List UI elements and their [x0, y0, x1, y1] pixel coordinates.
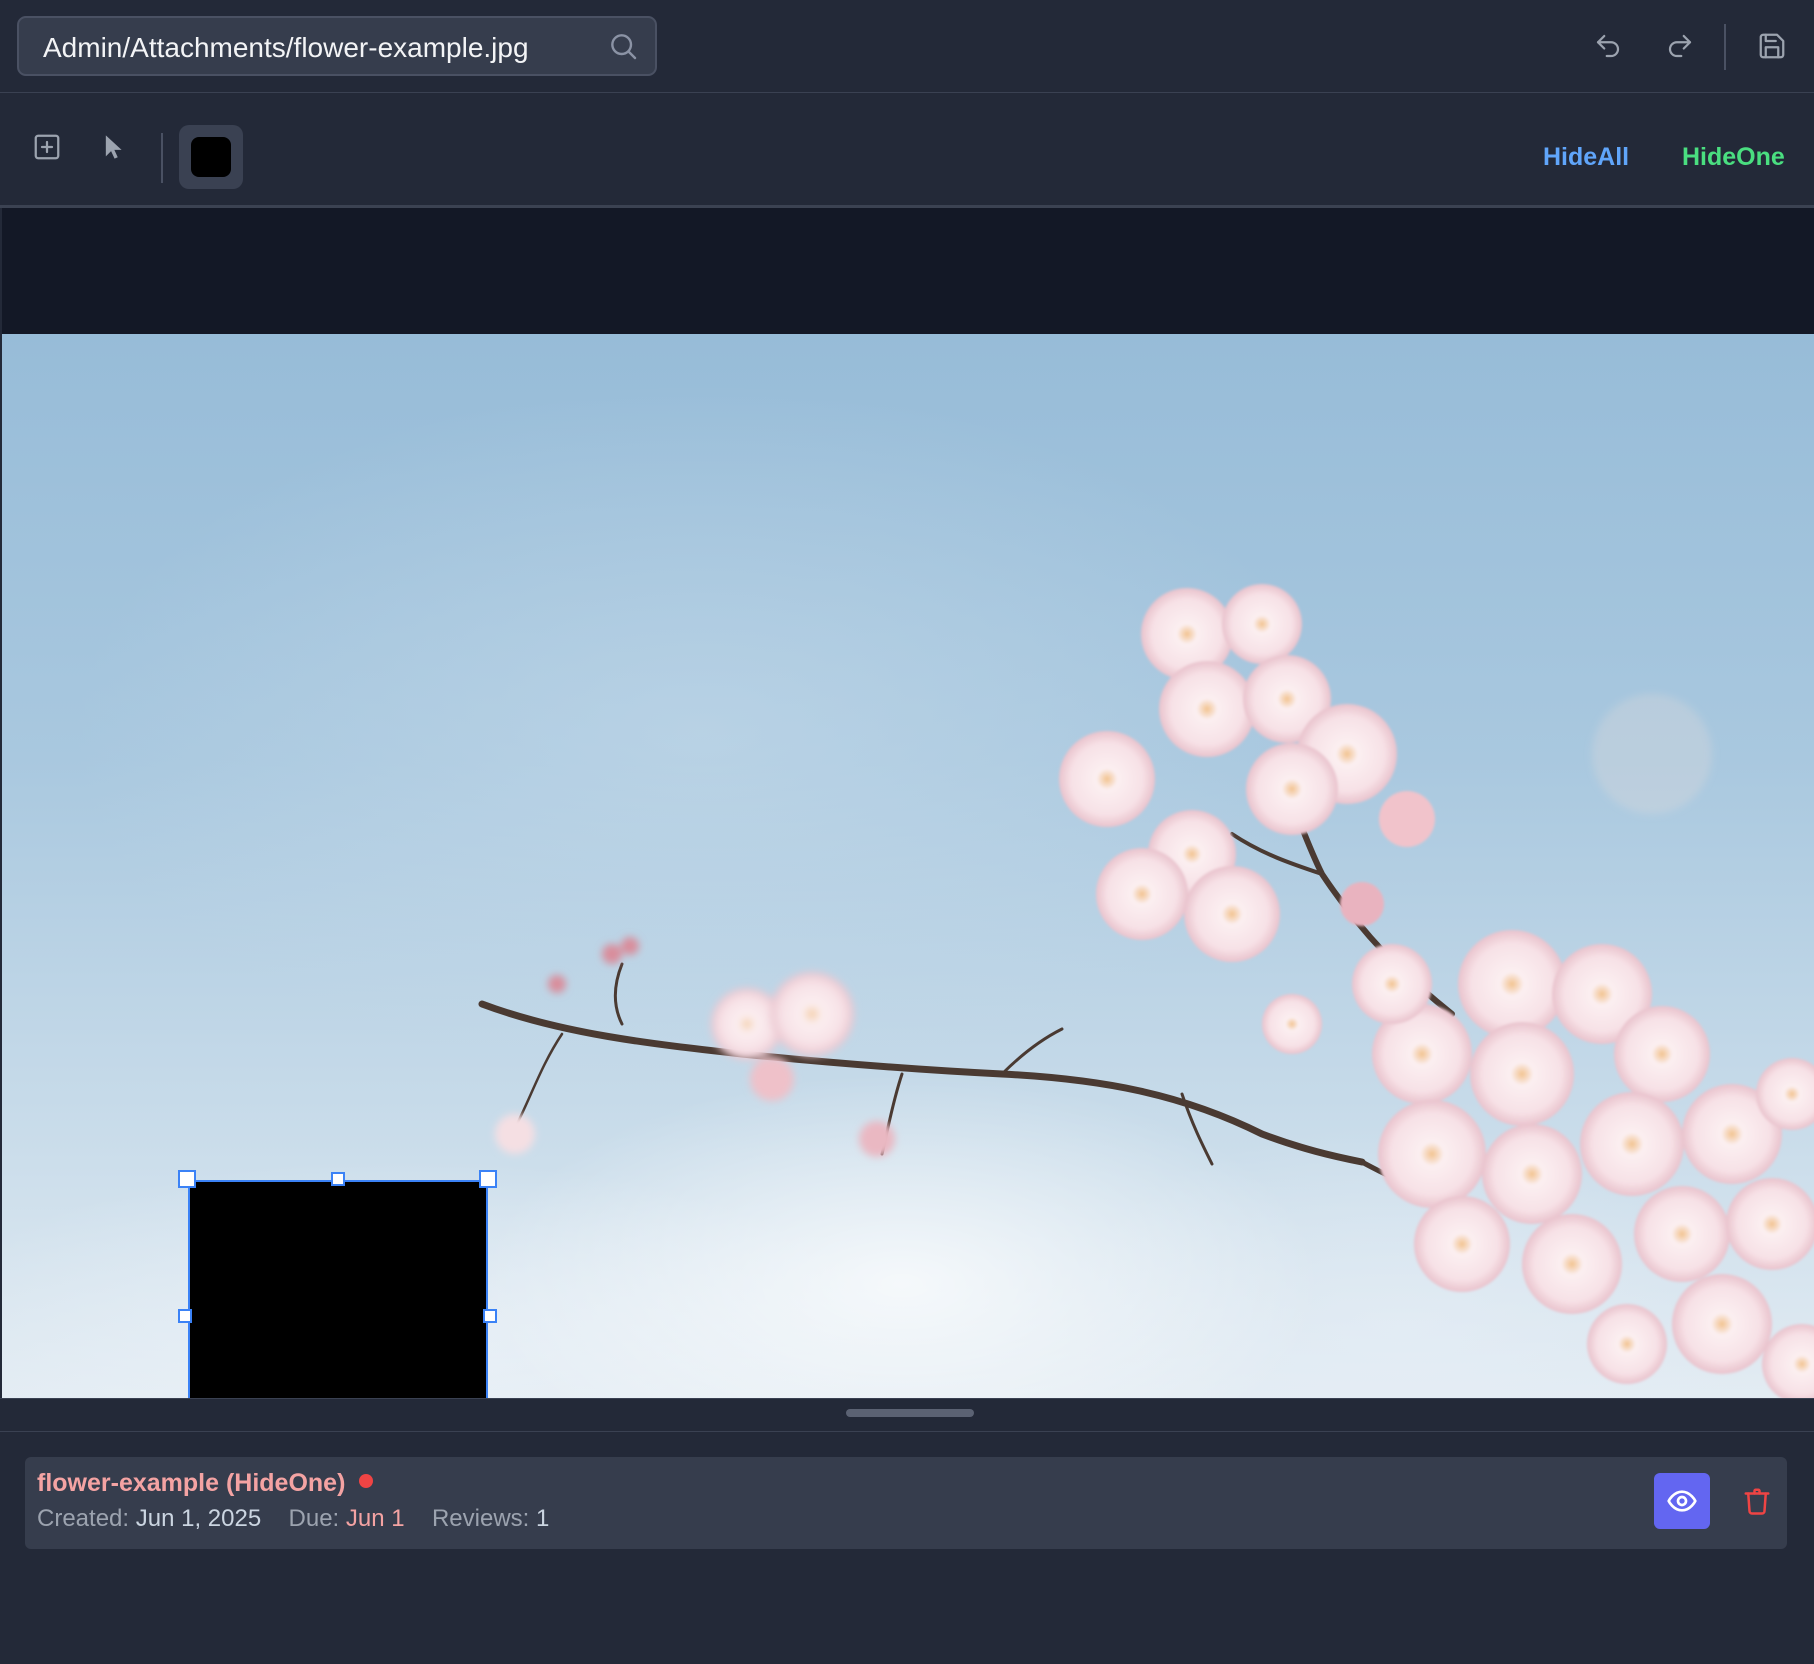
- panel-divider: [0, 1431, 1814, 1432]
- redo-icon: [1668, 34, 1692, 58]
- color-swatch: [191, 137, 231, 177]
- due-value: Jun 1: [345, 1505, 405, 1532]
- panel-resize-handle[interactable]: [846, 1409, 974, 1417]
- top-bar: Admin/Attachments/flower-example.jpg: [0, 0, 1814, 93]
- save-icon: [1759, 33, 1785, 59]
- file-path-search[interactable]: Admin/Attachments/flower-example.jpg: [17, 16, 657, 76]
- item-title-row: flower-example (HideOne): [37, 1469, 374, 1498]
- add-mask-button[interactable]: [25, 125, 69, 169]
- undo-button[interactable]: [1588, 26, 1628, 66]
- resize-handle-top[interactable]: [331, 1172, 345, 1186]
- created-label: Created:: [37, 1505, 130, 1532]
- trash-icon: [1744, 1488, 1770, 1515]
- redo-button[interactable]: [1660, 26, 1700, 66]
- hide-all-button[interactable]: HideAll: [1543, 143, 1629, 172]
- delete-button[interactable]: [1735, 1479, 1779, 1523]
- plus-square-icon: [34, 134, 60, 160]
- resize-handle-right[interactable]: [483, 1309, 497, 1323]
- list-item[interactable]: flower-example (HideOne) Created: Jun 1,…: [25, 1457, 1787, 1549]
- image-canvas[interactable]: [2, 208, 1814, 1398]
- item-title: flower-example (HideOne): [37, 1469, 346, 1497]
- due-label: Due:: [288, 1505, 340, 1532]
- tool-bar: HideAll HideOne: [0, 93, 1814, 208]
- file-path-text[interactable]: Admin/Attachments/flower-example.jpg: [43, 32, 529, 64]
- reviews-label: Reviews:: [431, 1505, 530, 1532]
- eye-icon: [1667, 1490, 1697, 1512]
- tool-divider: [161, 133, 163, 183]
- save-button[interactable]: [1752, 26, 1792, 66]
- resize-handle-top-right[interactable]: [479, 1170, 497, 1188]
- mask-list-panel: flower-example (HideOne) Created: Jun 1,…: [0, 1398, 1814, 1664]
- mask-color-button[interactable]: [179, 125, 243, 189]
- select-tool-button[interactable]: [92, 125, 136, 169]
- attachment-image: [2, 334, 1814, 1398]
- status-dot: [359, 1474, 374, 1489]
- preview-button[interactable]: [1654, 1473, 1710, 1529]
- resize-handle-top-left[interactable]: [178, 1170, 196, 1188]
- reviews-value: 1: [535, 1505, 550, 1532]
- search-icon[interactable]: [607, 30, 639, 62]
- hide-mask-rectangle[interactable]: [188, 1180, 488, 1398]
- resize-handle-left[interactable]: [178, 1309, 192, 1323]
- item-meta: Created: Jun 1, 2025 Due: Jun 1 Reviews:…: [37, 1505, 549, 1533]
- cursor-arrow-icon: [105, 135, 122, 159]
- created-value: Jun 1, 2025: [135, 1505, 262, 1532]
- hide-one-button[interactable]: HideOne: [1682, 143, 1785, 172]
- toolbar-divider: [1724, 24, 1726, 70]
- undo-icon: [1596, 34, 1620, 58]
